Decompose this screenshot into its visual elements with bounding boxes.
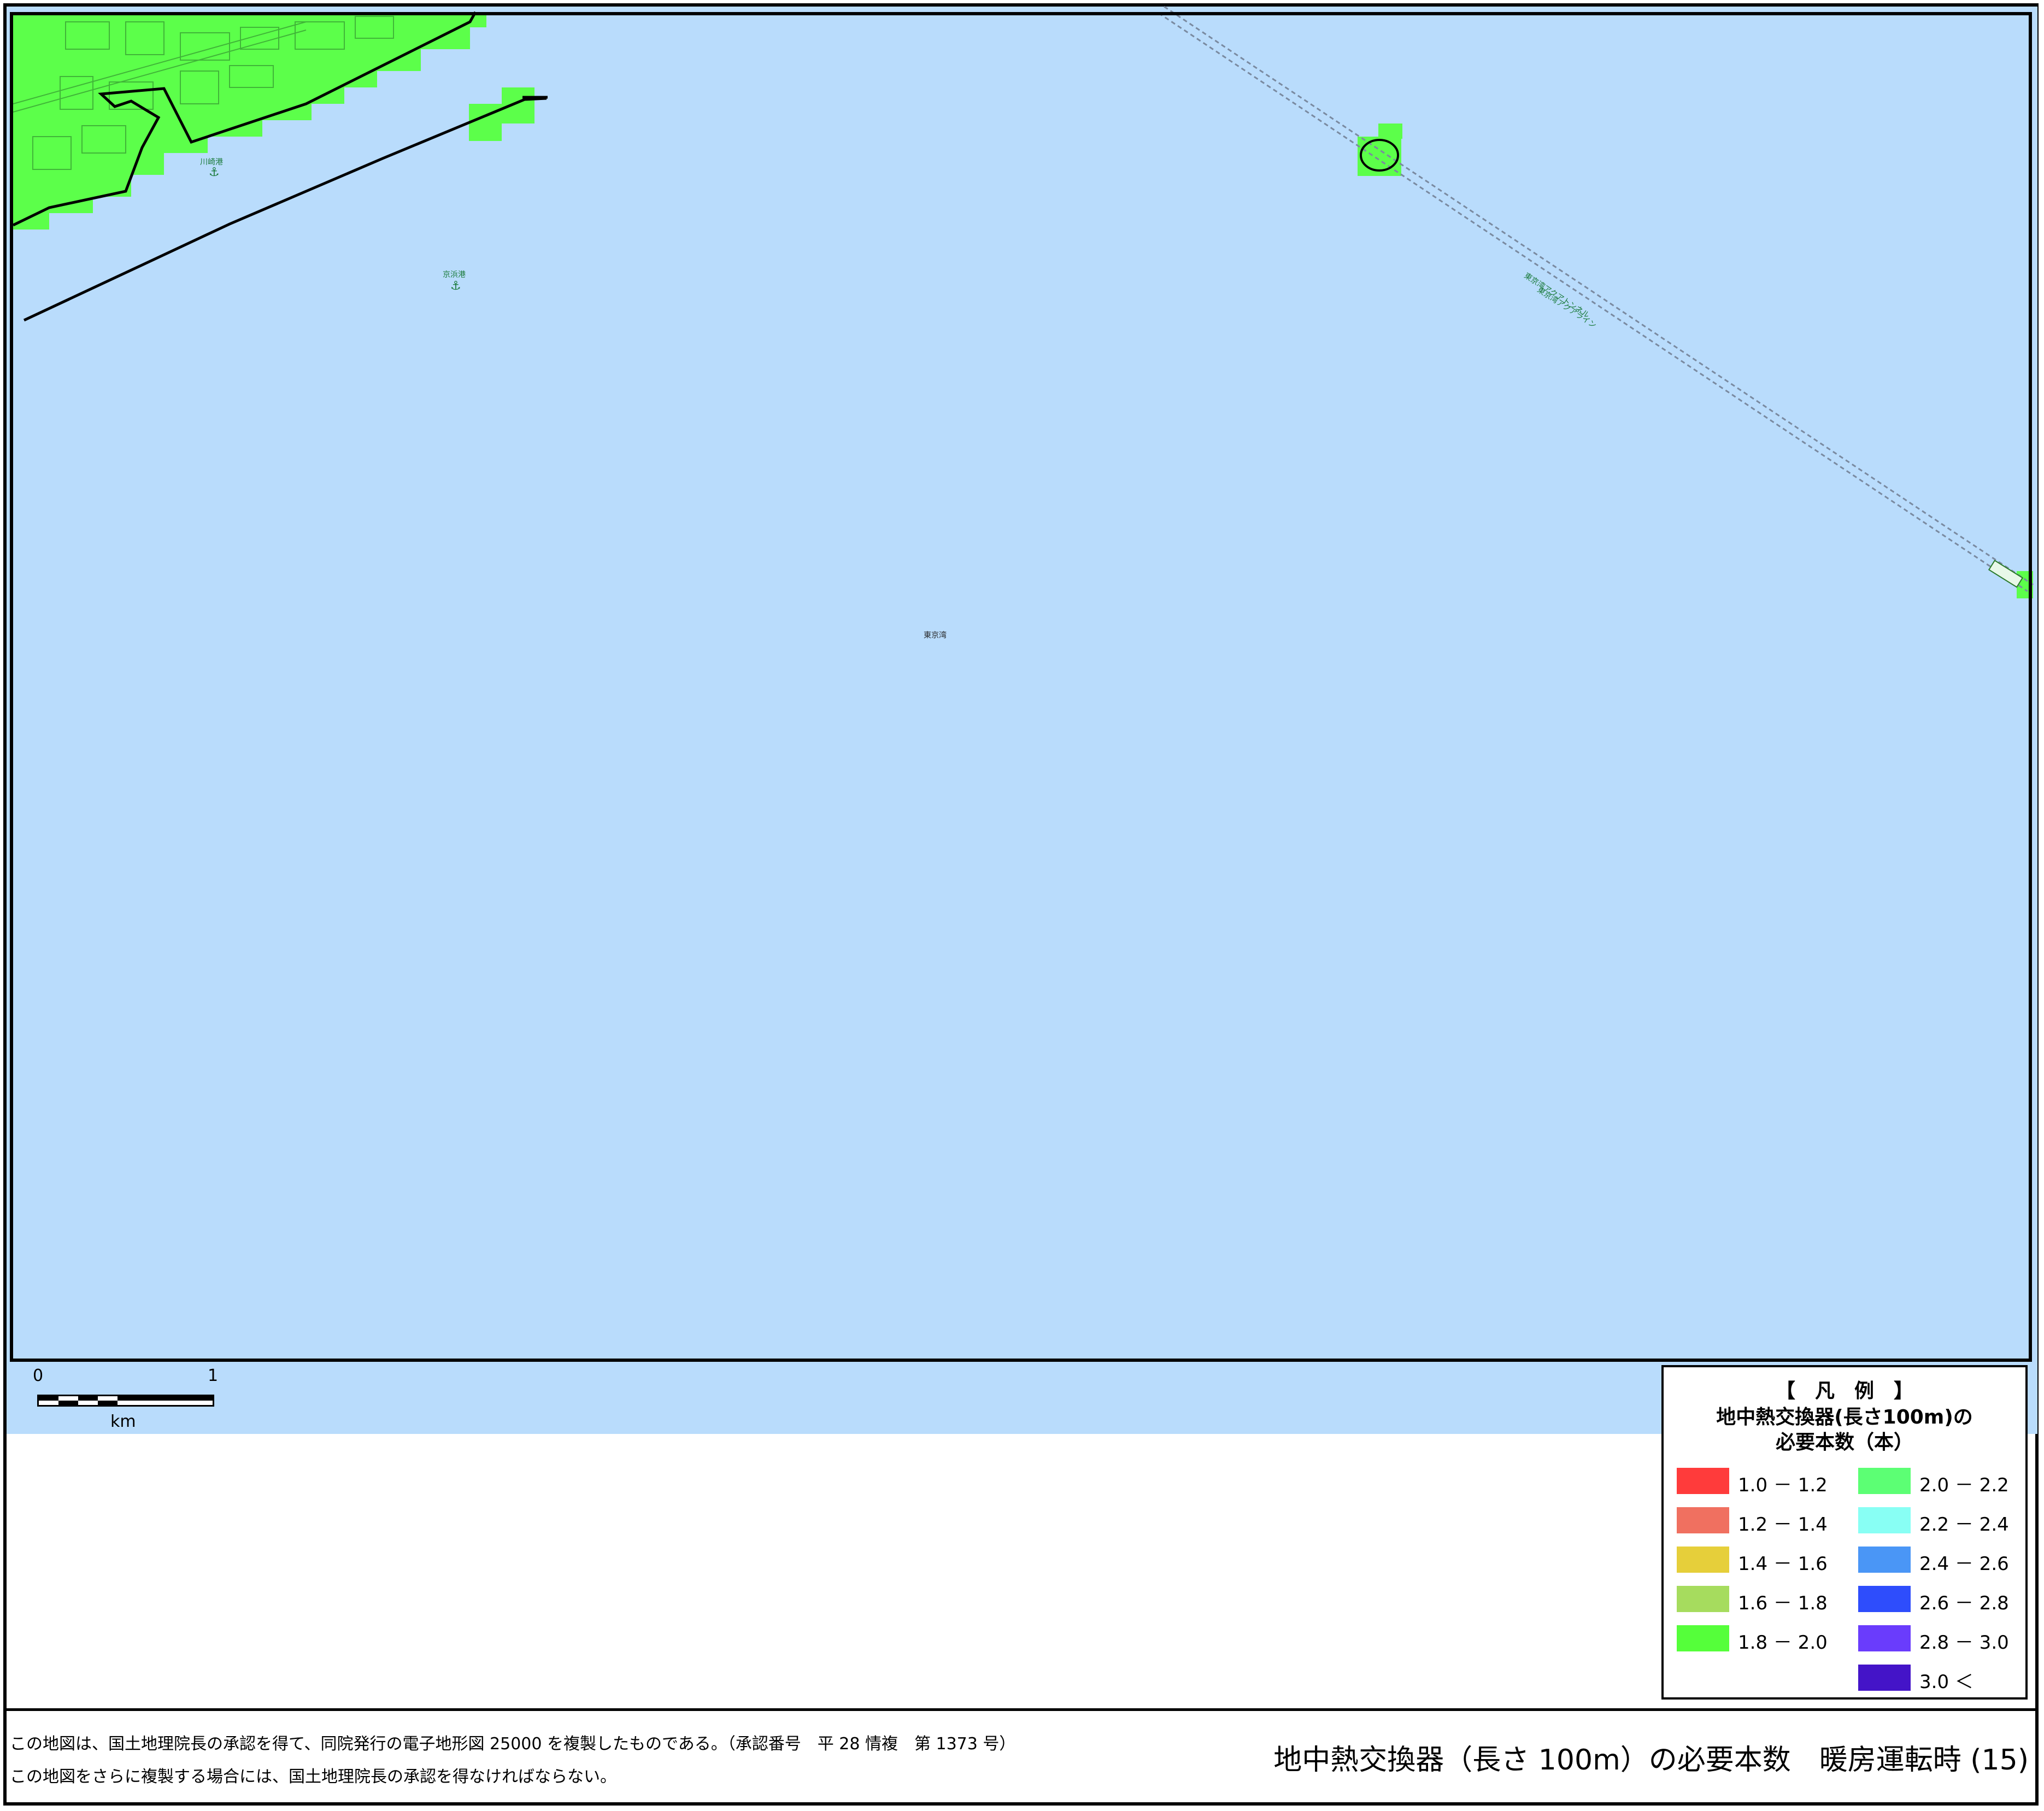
legend-heading: 【 凡 例 】 xyxy=(1775,1380,1913,1402)
land-mesh-main xyxy=(13,12,486,230)
legend-title-line1: 地中熱交換器(長さ100m)の xyxy=(1716,1406,1973,1428)
legend-swatch xyxy=(1858,1547,1911,1573)
land-mesh-island-b xyxy=(1378,124,1402,139)
legend-label: 2.0 － 2.2 xyxy=(1919,1474,2009,1496)
label-keihin-port: 京浜港 xyxy=(443,271,466,279)
legend-swatch xyxy=(1858,1507,1911,1533)
anchor-icon: ⚓ xyxy=(450,279,461,293)
legend-swatch xyxy=(1677,1468,1729,1494)
legend-label: 2.8 － 3.0 xyxy=(1919,1632,2009,1654)
legend-swatch xyxy=(1858,1625,1911,1651)
legend-label: 1.4 － 1.6 xyxy=(1738,1553,1828,1575)
legend-title-line2: 必要本数（本） xyxy=(1775,1431,1913,1454)
legend-label: 1.0 － 1.2 xyxy=(1738,1474,1828,1496)
legend-swatch xyxy=(1858,1586,1911,1612)
scale-label-end: 1 xyxy=(208,1366,219,1385)
legend-swatch xyxy=(1858,1665,1911,1691)
legend-label: 2.2 － 2.4 xyxy=(1919,1514,2009,1536)
copyright-note-line2: この地図をさらに複製する場合には、国土地理院長の承認を得なければならない。 xyxy=(10,1767,616,1786)
map-title: 地中熱交換器（長さ 100m）の必要本数 暖房運転時 (15) xyxy=(1273,1744,2029,1777)
legend-label: 1.8 － 2.0 xyxy=(1738,1632,1828,1654)
legend-label: 2.6 － 2.8 xyxy=(1919,1592,2009,1614)
label-tokyo-bay: 東京湾 xyxy=(924,631,947,640)
land-mesh-pier-b xyxy=(502,87,535,124)
legend-label: 1.6 － 1.8 xyxy=(1738,1592,1828,1614)
scale-bar-graphic xyxy=(37,1395,214,1407)
legend-label: 2.4 － 2.6 xyxy=(1919,1553,2009,1575)
footer-divider xyxy=(7,1708,2037,1711)
label-kawasaki-port: 川崎港 xyxy=(200,158,223,167)
scale-unit: km xyxy=(110,1412,136,1431)
scale-bar: 0 1 km xyxy=(33,1366,230,1432)
legend-swatch xyxy=(1677,1507,1729,1533)
land-mesh-pier xyxy=(469,104,502,141)
legend-swatch xyxy=(1677,1547,1729,1573)
legend-label: 3.0 ＜ xyxy=(1919,1671,1973,1693)
legend: 【 凡 例 】 地中熱交換器(長さ100m)の 必要本数（本） 1.0 － 1.… xyxy=(1661,1365,2028,1700)
copyright-note-line1: この地図は、国土地理院長の承認を得て、同院発行の電子地形図 25000 を複製し… xyxy=(10,1734,1016,1754)
legend-swatch xyxy=(1858,1468,1911,1494)
scale-label-start: 0 xyxy=(33,1366,44,1385)
legend-swatch xyxy=(1677,1586,1729,1612)
anchor-icon: ⚓ xyxy=(209,166,220,179)
legend-swatch xyxy=(1677,1625,1729,1651)
legend-label: 1.2 － 1.4 xyxy=(1738,1514,1828,1536)
aqualine-route xyxy=(1158,5,2034,592)
